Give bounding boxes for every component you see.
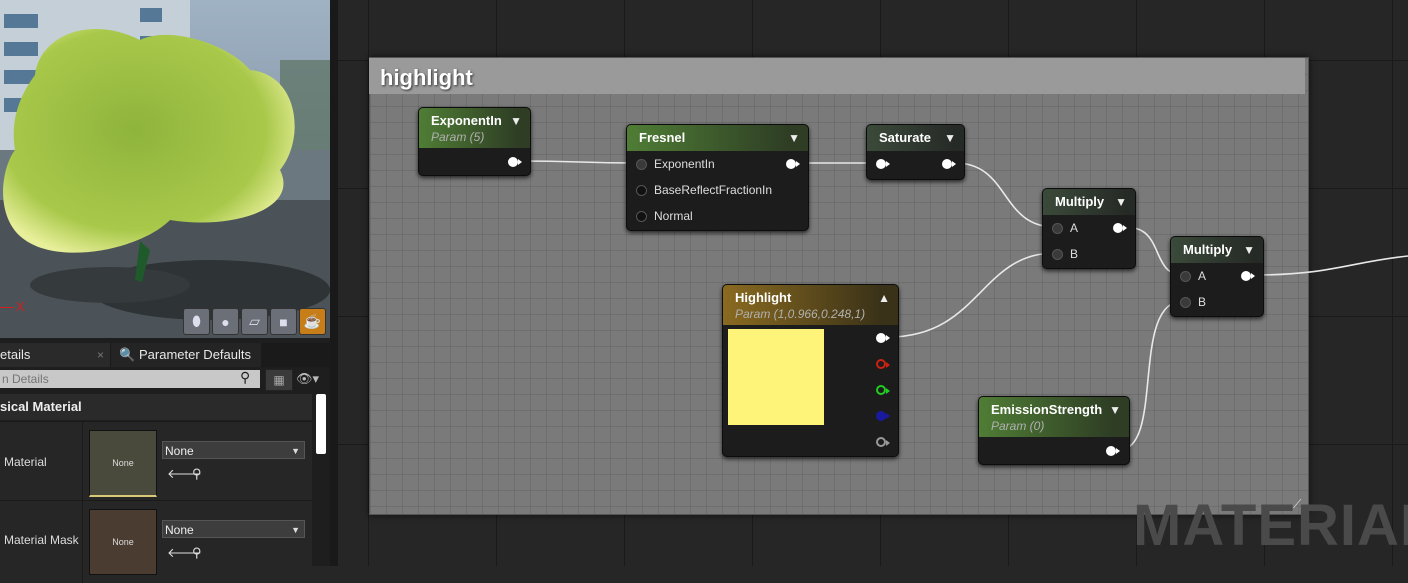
node-subtitle: Param (1,0.966,0.248,1) xyxy=(735,307,866,321)
output-pin-r[interactable] xyxy=(876,359,890,369)
output-pin[interactable] xyxy=(508,157,522,167)
input-label: B xyxy=(1198,295,1207,309)
node-fresnel[interactable]: Fresnel ▼ ExponentIn BaseReflectFraction… xyxy=(626,124,809,231)
node-subtitle: Param (5) xyxy=(431,130,485,144)
node-header: Saturate ▼ xyxy=(867,125,964,151)
node-highlight[interactable]: Highlight Param (1,0.966,0.248,1) ▲ xyxy=(722,284,899,457)
input-pin[interactable] xyxy=(1052,249,1063,260)
output-pin[interactable] xyxy=(1106,446,1120,456)
output-pin-b[interactable] xyxy=(876,411,890,421)
node-subtitle: Param (0) xyxy=(991,419,1045,433)
input-pin[interactable] xyxy=(1052,223,1063,234)
output-pin[interactable] xyxy=(942,159,956,169)
collapse-up-arrow-icon[interactable]: ▲ xyxy=(878,291,890,305)
output-pin[interactable] xyxy=(1113,223,1127,233)
input-label: Normal xyxy=(654,209,693,223)
output-pin-a[interactable] xyxy=(876,437,890,447)
node-header: EmissionStrength Param (0) ▼ xyxy=(979,397,1129,437)
collapse-arrow-icon[interactable]: ▼ xyxy=(1115,195,1127,209)
node-header: Fresnel ▼ xyxy=(627,125,808,151)
node-emissionstrength[interactable]: EmissionStrength Param (0) ▼ xyxy=(978,396,1130,465)
node-saturate[interactable]: Saturate ▼ xyxy=(866,124,965,180)
output-pin[interactable] xyxy=(786,159,800,169)
input-label: A xyxy=(1070,221,1079,235)
node-multiply-1[interactable]: Multiply ▼ A B xyxy=(1042,188,1136,269)
node-header: Multiply ▼ xyxy=(1043,189,1135,215)
output-pin-rgb[interactable] xyxy=(876,333,890,343)
color-swatch[interactable] xyxy=(728,329,824,425)
material-watermark: MATERIAL xyxy=(1133,493,1408,558)
input-label: BaseReflectFractionIn xyxy=(654,183,773,197)
collapse-arrow-icon[interactable]: ▼ xyxy=(1243,243,1255,257)
collapse-arrow-icon[interactable]: ▼ xyxy=(944,131,956,145)
input-pin[interactable] xyxy=(1180,297,1191,308)
input-pin[interactable] xyxy=(636,159,647,170)
wire-multiply2-out xyxy=(1253,255,1408,276)
node-header: Highlight Param (1,0.966,0.248,1) ▲ xyxy=(723,285,898,325)
input-pin[interactable] xyxy=(1180,271,1191,282)
node-header: ExponentIn Param (5) ▼ xyxy=(419,108,530,148)
output-pin[interactable] xyxy=(1241,271,1255,281)
input-pin[interactable] xyxy=(876,159,890,169)
input-label: A xyxy=(1198,269,1207,283)
node-header: Multiply ▼ xyxy=(1171,237,1263,263)
node-exponentin[interactable]: ExponentIn Param (5) ▼ xyxy=(418,107,531,176)
wire-highlight-to-multiply1 xyxy=(887,252,1056,338)
input-label: B xyxy=(1070,247,1079,261)
collapse-arrow-icon[interactable]: ▼ xyxy=(510,114,522,128)
node-title: Fresnel xyxy=(639,130,686,145)
node-multiply-2[interactable]: Multiply ▼ A B xyxy=(1170,236,1264,317)
input-pin[interactable] xyxy=(636,185,647,196)
input-label: ExponentIn xyxy=(654,157,715,171)
wire-saturate-to-multiply1 xyxy=(954,162,1056,228)
collapse-arrow-icon[interactable]: ▼ xyxy=(1109,403,1121,417)
output-pin-g[interactable] xyxy=(876,385,890,395)
collapse-arrow-icon[interactable]: ▼ xyxy=(788,131,800,145)
wire-exponent-to-fresnel xyxy=(519,160,641,164)
node-title: Highlight xyxy=(735,290,792,305)
input-pin[interactable] xyxy=(636,211,647,222)
